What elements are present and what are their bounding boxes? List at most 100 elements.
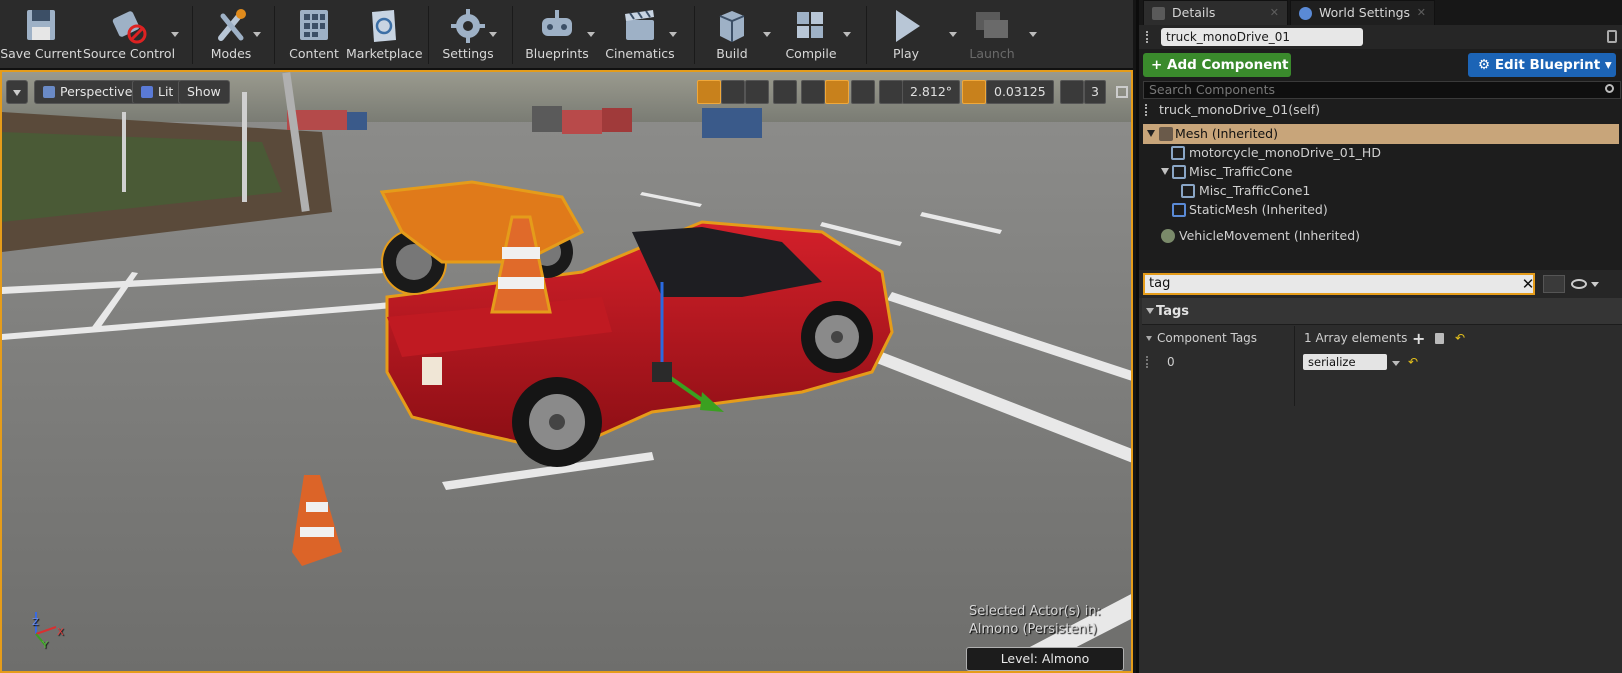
edit-blueprint-button[interactable]: ⚙ Edit Blueprint ▾: [1468, 53, 1616, 77]
details-filter-input[interactable]: tag: [1143, 273, 1535, 295]
reset-to-default-icon[interactable]: ↶: [1408, 350, 1418, 375]
tree-item-traffic-cone[interactable]: Misc_TrafficCone: [1139, 162, 1622, 182]
modes-icon: [218, 9, 246, 41]
gear-icon: [451, 9, 485, 43]
details-filter-row: tag ✕: [1139, 270, 1622, 298]
delete-icon[interactable]: [1435, 333, 1444, 344]
lock-icon[interactable]: [1607, 30, 1617, 43]
expand-arrow-icon[interactable]: [1146, 336, 1152, 341]
close-icon[interactable]: ✕: [1417, 1, 1426, 25]
build-icon: [719, 11, 745, 42]
add-component-button[interactable]: + Add Component ▾: [1143, 53, 1291, 97]
static-mesh-icon: [1172, 165, 1186, 179]
clear-filter-icon[interactable]: ✕: [1521, 273, 1535, 295]
eye-icon[interactable]: [1571, 279, 1587, 289]
tree-item-mesh[interactable]: Mesh (Inherited): [1143, 124, 1619, 144]
scale-tool-icon[interactable]: [745, 80, 769, 104]
play-dropdown[interactable]: [948, 30, 958, 40]
tags-category-header[interactable]: Tags: [1142, 298, 1622, 325]
play-icon: [896, 10, 920, 42]
lit-button[interactable]: Lit: [132, 80, 183, 104]
rotation-snap-value[interactable]: 2.812°: [902, 80, 961, 104]
settings-dropdown[interactable]: [488, 30, 498, 40]
cinematics-dropdown[interactable]: [668, 30, 678, 40]
tab-world-settings[interactable]: World Settings ✕: [1290, 0, 1435, 25]
world-local-icon[interactable]: [773, 80, 797, 104]
rotation-snap-icon[interactable]: [879, 80, 903, 104]
actor-name-field[interactable]: truck_monoDrive_01: [1161, 28, 1363, 46]
axis-x-label: X: [57, 627, 64, 638]
blueprints-button[interactable]: Blueprints: [520, 0, 594, 66]
blueprints-icon: [542, 10, 572, 36]
axis-y-label: Y: [42, 640, 49, 651]
expand-arrow-icon[interactable]: [1161, 168, 1169, 175]
axis-z-label: Z: [32, 617, 39, 628]
scale-snap-icon[interactable]: [962, 80, 986, 104]
modes-dropdown[interactable]: [252, 30, 262, 40]
build-dropdown[interactable]: [762, 30, 772, 40]
camera-speed-value[interactable]: 3: [1084, 80, 1106, 104]
camera-speed-icon[interactable]: [1060, 80, 1084, 104]
source-control-dropdown[interactable]: [170, 30, 180, 40]
tree-item-traffic-cone1[interactable]: Misc_TrafficCone1: [1139, 181, 1622, 201]
play-button[interactable]: Play: [874, 0, 938, 66]
marketplace-button[interactable]: Marketplace: [346, 0, 423, 66]
source-control-button[interactable]: Source Control: [82, 0, 176, 66]
details-property-area: Tags Component Tags 1 Array elements + ↶…: [1139, 298, 1622, 673]
show-button[interactable]: Show: [178, 80, 230, 104]
launch-dropdown[interactable]: [1028, 30, 1038, 40]
save-icon: [27, 10, 55, 40]
search-components-input[interactable]: Search Components: [1143, 81, 1621, 99]
movement-component-icon: [1161, 229, 1175, 243]
tree-item-motorcycle[interactable]: motorcycle_monoDrive_01_HD: [1139, 143, 1622, 163]
compile-button[interactable]: Compile: [778, 0, 844, 66]
close-icon[interactable]: ✕: [1270, 1, 1279, 25]
translate-tool-icon[interactable]: [697, 80, 721, 104]
perspective-cube-icon: [43, 86, 55, 98]
array-elements-count: 1 Array elements: [1304, 331, 1408, 345]
content-button[interactable]: Content: [282, 0, 346, 66]
perspective-button[interactable]: Perspective: [34, 80, 142, 104]
build-button[interactable]: Build: [702, 0, 762, 66]
tab-details[interactable]: Details ✕: [1143, 0, 1288, 25]
static-mesh-icon: [1171, 146, 1185, 160]
lit-sphere-icon: [141, 86, 153, 98]
component-tags-row: Component Tags 1 Array elements + ↶: [1142, 326, 1622, 351]
search-icon: [1605, 84, 1614, 93]
expand-arrow-icon[interactable]: [1147, 130, 1155, 137]
drag-handle-icon: [1146, 31, 1151, 43]
tag-element-row: 0 serialize ↶: [1142, 350, 1622, 375]
compile-icon: [797, 12, 823, 38]
launch-icon: [976, 12, 1008, 38]
level-viewport[interactable]: Perspective Lit Show 2.812° 0.03125 3 Z …: [0, 70, 1133, 673]
blueprints-dropdown[interactable]: [586, 30, 596, 40]
marketplace-icon: [372, 10, 396, 42]
chevron-down-icon[interactable]: [1591, 282, 1599, 287]
tag-value-field[interactable]: serialize: [1303, 354, 1387, 370]
scale-snap-value[interactable]: 0.03125: [986, 80, 1054, 104]
maximize-viewport-icon[interactable]: [1116, 86, 1128, 98]
tree-item-vehicle-movement[interactable]: VehicleMovement (Inherited): [1139, 226, 1622, 246]
warning-icon[interactable]: [851, 80, 875, 104]
save-current-button[interactable]: Save Current: [0, 0, 82, 66]
rotate-tool-icon[interactable]: [721, 80, 745, 104]
static-mesh-icon: [1172, 203, 1186, 217]
tree-item-self[interactable]: truck_monoDrive_01(self): [1139, 100, 1622, 120]
grid-snap-icon[interactable]: [825, 80, 849, 104]
actor-name-row: truck_monoDrive_01: [1139, 25, 1622, 49]
launch-button[interactable]: Launch: [958, 0, 1026, 66]
content-icon: [300, 10, 328, 40]
property-matrix-icon[interactable]: [1543, 275, 1565, 293]
surface-snap-icon[interactable]: [801, 80, 825, 104]
current-level-box[interactable]: Level: Almono (Persistent): [966, 647, 1124, 671]
chevron-down-icon: [13, 90, 21, 96]
viewport-options-dropdown[interactable]: [6, 80, 28, 104]
compile-dropdown[interactable]: [842, 30, 852, 40]
clapperboard-icon: [625, 10, 654, 40]
chevron-down-icon[interactable]: [1392, 361, 1400, 366]
reset-to-default-icon[interactable]: ↶: [1455, 326, 1465, 351]
drag-handle-icon: [1145, 104, 1151, 116]
tree-item-static-mesh[interactable]: StaticMesh (Inherited): [1139, 200, 1622, 220]
collapse-arrow-icon[interactable]: [1146, 308, 1154, 314]
add-element-icon[interactable]: +: [1412, 326, 1425, 351]
